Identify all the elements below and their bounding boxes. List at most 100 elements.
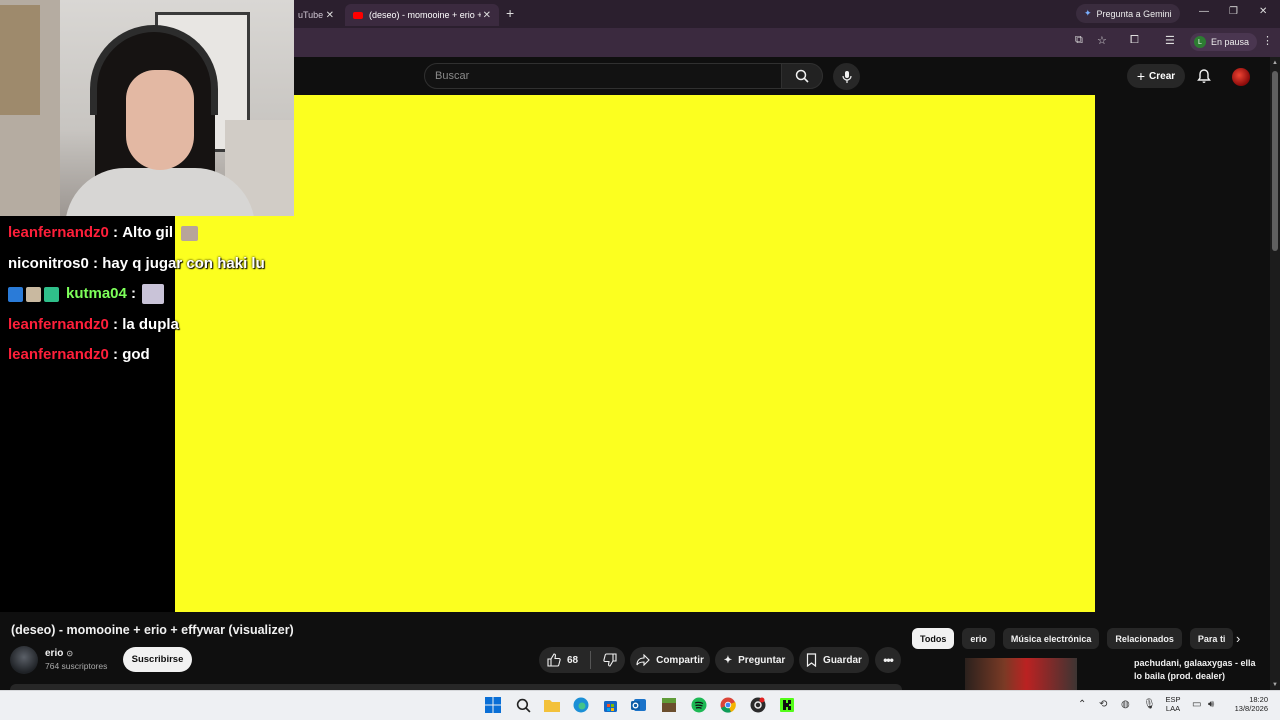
obs-icon[interactable] — [749, 696, 767, 714]
voice-search-button[interactable] — [833, 63, 860, 90]
account-avatar[interactable] — [1232, 68, 1250, 86]
stream-chat-overlay: leanfernandz0 : Alto gil niconitros0 : h… — [8, 218, 298, 371]
tab-title: (deseo) - momooine + erio + e — [369, 10, 481, 20]
notifications-button[interactable] — [1196, 68, 1212, 89]
chat-username: leanfernandz0 — [8, 315, 109, 333]
chat-separator: : — [108, 315, 123, 333]
network-globe-icon[interactable]: ◍ — [1121, 699, 1130, 710]
chip-for-you[interactable]: Para ti — [1189, 628, 1234, 649]
clock-time: 18:20 — [1249, 695, 1268, 704]
channel-avatar[interactable] — [10, 646, 38, 674]
ask-button[interactable]: ✦ Preguntar — [715, 647, 794, 673]
chip-erio[interactable]: erio — [962, 628, 995, 649]
search-button[interactable] — [781, 63, 823, 89]
bookmark-icon — [806, 653, 817, 667]
plus-icon: + — [1136, 68, 1146, 84]
chat-username: leanfernandz0 — [8, 224, 109, 242]
save-label: Guardar — [823, 654, 862, 666]
chip-electronic-music[interactable]: Música electrónica — [1002, 628, 1100, 649]
tab-title: uTube — [298, 10, 324, 20]
close-window-icon[interactable]: ✕ — [1259, 6, 1267, 17]
more-actions-button[interactable]: ••• — [875, 647, 901, 673]
page-scrollbar[interactable]: ▲ ▼ — [1270, 57, 1280, 690]
close-tab-icon[interactable]: ✕ — [483, 10, 491, 21]
webcam-corkboard — [0, 5, 40, 115]
gemini-button[interactable]: ✦ Pregunta a Gemini — [1076, 4, 1180, 23]
share-button[interactable]: Compartir — [630, 647, 710, 673]
chat-message: leanfernandz0 : god — [8, 340, 298, 371]
windows-start-icon[interactable] — [484, 696, 502, 714]
chrome-icon[interactable] — [719, 696, 737, 714]
scrollbar-thumb[interactable] — [1272, 71, 1278, 251]
kick-icon[interactable] — [778, 696, 796, 714]
chevron-right-icon[interactable]: › — [1236, 631, 1240, 646]
subscriber-count: 764 suscriptores — [45, 661, 108, 671]
thumbs-down-icon[interactable] — [603, 653, 617, 667]
chat-badge-icon — [8, 286, 23, 302]
recommendation-title[interactable]: pachudani, galaaxygas - ella lo baila (p… — [1134, 657, 1264, 683]
display-icon[interactable]: ▭ — [1192, 699, 1201, 710]
close-tab-icon[interactable]: ✕ — [326, 10, 334, 21]
save-button[interactable]: Guardar — [799, 647, 869, 673]
restore-icon[interactable]: ❐ — [1229, 6, 1238, 17]
video-side-area — [1095, 95, 1270, 612]
edge-icon[interactable] — [572, 696, 590, 714]
video-title: (deseo) - momooine + erio + effywar (vis… — [11, 623, 294, 637]
new-tab-icon[interactable]: + — [506, 5, 514, 21]
sync-icon[interactable]: ⟲ — [1099, 699, 1107, 710]
chip-all[interactable]: Todos — [912, 628, 955, 649]
video-player[interactable] — [175, 95, 1095, 612]
chat-text: god — [122, 346, 150, 364]
gemini-label: Pregunta a Gemini — [1096, 8, 1172, 19]
thumbs-up-icon[interactable] — [547, 653, 561, 667]
language-code: ESP — [1165, 695, 1181, 704]
chat-emote-icon — [181, 225, 199, 241]
scroll-down-icon[interactable]: ▼ — [1272, 682, 1278, 688]
like-divider — [590, 651, 592, 669]
like-count: 68 — [566, 654, 579, 666]
volume-icon[interactable]: 🔊︎ — [1208, 699, 1214, 710]
bookmark-star-icon[interactable]: ☆ — [1097, 34, 1107, 47]
create-button[interactable]: + Crear — [1127, 64, 1185, 88]
extensions-icon[interactable]: ⧠ — [1130, 34, 1139, 47]
spotify-icon[interactable] — [690, 696, 708, 714]
browser-tab-active[interactable]: (deseo) - momooine + erio + e ✕ — [345, 4, 499, 26]
channel-name[interactable]: erio ⊙ — [45, 648, 73, 659]
input-language[interactable]: ESP LAA — [1163, 695, 1183, 713]
taskbar-search-icon[interactable] — [514, 696, 532, 714]
store-icon[interactable] — [601, 696, 619, 714]
gemini-sparkle-icon: ✦ — [1084, 8, 1092, 18]
file-explorer-icon[interactable] — [543, 696, 561, 714]
browser-tab-youtube[interactable]: uTube ✕ — [290, 4, 342, 26]
reading-list-icon[interactable]: ☰ — [1165, 34, 1175, 47]
install-app-icon[interactable]: ⧉ — [1075, 34, 1083, 47]
webcam-overlay — [0, 0, 294, 216]
microphone-icon — [841, 70, 852, 83]
search-icon — [795, 69, 809, 83]
like-dislike-group: 68 — [539, 647, 625, 673]
outlook-icon[interactable] — [630, 696, 648, 714]
search-input[interactable]: Buscar — [424, 63, 782, 89]
chat-username: leanfernandz0 — [8, 346, 109, 364]
share-icon — [636, 654, 650, 666]
verified-icon: ⊙ — [66, 649, 74, 658]
chip-related[interactable]: Relacionados — [1107, 628, 1182, 649]
recommendation-thumbnail[interactable] — [965, 658, 1077, 690]
browser-menu-icon[interactable]: ⋮ — [1262, 34, 1273, 47]
ask-label: Preguntar — [738, 654, 786, 666]
profile-avatar: L — [1194, 36, 1206, 48]
chat-username: kutma04 — [66, 285, 127, 303]
scroll-up-icon[interactable]: ▲ — [1272, 60, 1278, 66]
chat-message: kutma04 : — [8, 279, 298, 310]
minecraft-icon[interactable] — [660, 696, 678, 714]
more-icon: ••• — [883, 653, 894, 667]
youtube-favicon-icon — [353, 11, 363, 19]
clock[interactable]: 18:20 13/8/2026 — [1222, 695, 1268, 713]
show-hidden-icons-icon[interactable]: ⌃ — [1078, 699, 1086, 710]
bell-icon — [1197, 69, 1211, 83]
subscribe-button[interactable]: Suscribirse — [123, 647, 192, 672]
profile-button[interactable]: L En pausa — [1190, 33, 1258, 51]
minimize-icon[interactable]: — — [1199, 6, 1209, 17]
chat-badge-icon — [26, 286, 41, 302]
microphone-tray-icon[interactable]: 🎙︎ — [1143, 699, 1156, 710]
